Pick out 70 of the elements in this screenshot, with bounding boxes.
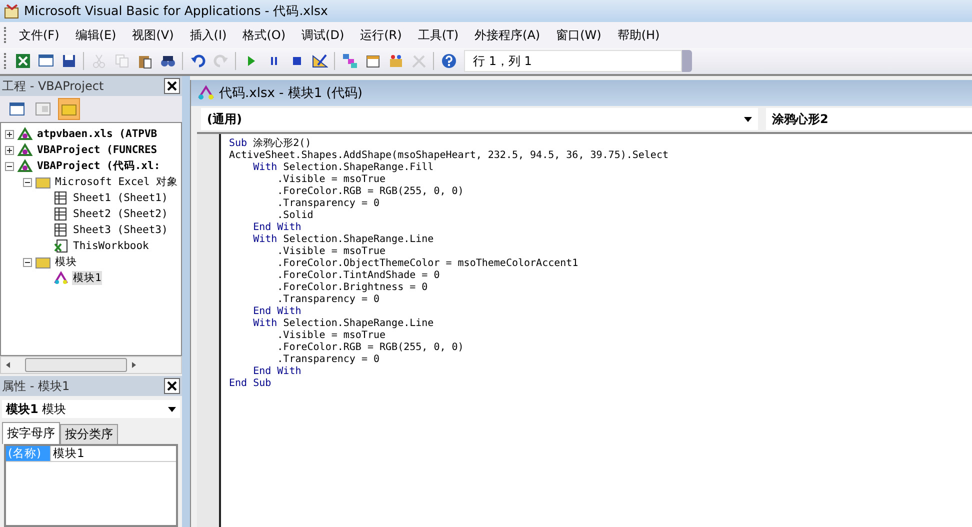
code-line: .Transparency = 0 <box>276 294 381 306</box>
menu-item[interactable]: 编辑(E) <box>67 26 124 44</box>
code-line: .Visible = msoTrue <box>276 246 387 258</box>
app-icon <box>4 3 20 19</box>
code-line: .Transparency = 0 <box>276 198 381 210</box>
code-line: With Selection.ShapeRange.Line <box>252 318 435 330</box>
code-line: End With <box>252 306 302 318</box>
workbook-icon <box>53 239 69 253</box>
menu-item[interactable]: 窗口(W) <box>548 26 610 44</box>
code-line: ActiveSheet.Shapes.AddShape(msoShapeHeart, 232.5, 94.5, 36, 39.75).Select <box>229 150 668 162</box>
menu-item[interactable]: 工具(T) <box>410 26 467 44</box>
code-line: .Visible = msoTrue <box>276 330 387 342</box>
tree-item[interactable]: Sheet1 (Sheet1) <box>72 192 169 204</box>
plus-icon[interactable] <box>5 130 14 138</box>
tab[interactable]: 按分类序 <box>60 424 118 444</box>
menu-item[interactable]: 调试(D) <box>294 26 352 44</box>
code-line: .ForeColor.RGB = RGB(255, 0, 0) <box>276 186 465 198</box>
tree-item[interactable]: VBAProject (代码.xl: <box>36 159 162 173</box>
code-line: .ForeColor.RGB = RGB(255, 0, 0) <box>276 342 465 354</box>
procedure-dropdown[interactable]: 涂鸦心形2 <box>766 108 972 130</box>
code-line: .Transparency = 0 <box>276 354 381 366</box>
tree-item[interactable]: atpvbaen.xls (ATPVB <box>36 128 158 140</box>
code-line: .ForeColor.Brightness = 0 <box>276 282 429 294</box>
tree-item[interactable]: 模块 <box>54 255 78 269</box>
code-window-title: 代码.xlsx - 模块1 (代码) <box>219 85 362 102</box>
tree-item[interactable]: Sheet3 (Sheet3) <box>72 224 169 236</box>
close-button[interactable] <box>164 78 180 94</box>
code-line: End Sub <box>229 378 272 390</box>
property-value[interactable]: 模块1 <box>50 446 84 461</box>
pane-title: 工程 - VBAProject <box>2 78 104 94</box>
code-line: .ForeColor.TintAndShade = 0 <box>276 270 441 282</box>
sheet-icon <box>53 223 69 237</box>
code-line: End With <box>252 222 302 234</box>
sheet-icon <box>53 191 69 205</box>
minus-icon[interactable] <box>5 162 14 170</box>
menu-item[interactable]: 文件(F) <box>11 26 68 44</box>
object-dropdown[interactable]: (通用) <box>201 108 758 130</box>
folder-icon <box>35 255 51 269</box>
cursor-position: 行 1，列 1 <box>464 50 682 72</box>
folder-icon <box>35 175 51 189</box>
caret-icon <box>744 116 752 122</box>
pane-title: 属性 - 模块1 <box>2 378 70 394</box>
menu-item[interactable]: 视图(V) <box>124 26 182 44</box>
menu-item[interactable]: 格式(O) <box>234 26 294 44</box>
menu-item[interactable]: 运行(R) <box>352 26 410 44</box>
minus-icon[interactable] <box>23 258 32 266</box>
code-line: Sub 涂鸦心形2() <box>229 138 312 150</box>
code-line: .Visible = msoTrue <box>276 174 387 186</box>
menu-item[interactable]: 帮助(H) <box>609 26 668 44</box>
tree-item[interactable]: ThisWorkbook <box>72 240 150 252</box>
plus-icon[interactable] <box>5 146 14 154</box>
close-button[interactable] <box>164 378 180 394</box>
code-line: End With <box>252 366 302 378</box>
tree-item[interactable]: Sheet2 (Sheet2) <box>72 208 169 220</box>
tree-item[interactable]: VBAProject (FUNCRES <box>36 144 158 156</box>
menu-item[interactable]: 外接程序(A) <box>466 26 548 44</box>
tree-item[interactable]: Microsoft Excel 对象 <box>54 175 180 189</box>
caret-icon <box>168 406 176 412</box>
tree-item[interactable]: 模块1 <box>72 271 102 285</box>
code-line: .Solid <box>276 210 314 222</box>
code-line: With Selection.ShapeRange.Fill <box>252 162 435 174</box>
window-title: Microsoft Visual Basic for Applications - 代码.xlsx <box>24 2 328 20</box>
menu-item[interactable]: 插入(I) <box>182 26 235 44</box>
code-line: .ForeColor.ObjectThemeColor = msoThemeColorAccent1 <box>276 258 580 270</box>
object-dropdown[interactable]: 模块1 模块 <box>2 400 180 418</box>
code-line: With Selection.ShapeRange.Line <box>252 234 435 246</box>
sheet-icon <box>53 207 69 221</box>
tab[interactable]: 按字母序 <box>2 422 60 444</box>
minus-icon[interactable] <box>23 178 32 186</box>
horizontal-scrollbar[interactable] <box>0 356 182 374</box>
